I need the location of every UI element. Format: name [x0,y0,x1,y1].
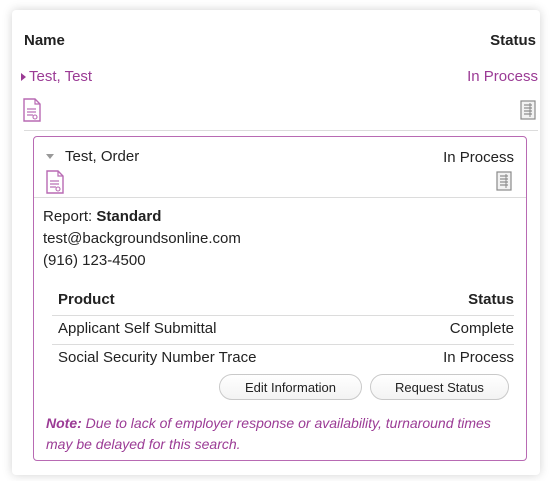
product-name: Applicant Self Submittal [58,320,217,337]
product-status: In Process [443,349,514,366]
status-column-header: Status [490,32,536,49]
table-row: Social Security Number Trace In Process [52,345,514,373]
collapse-triangle-icon[interactable] [46,154,54,159]
parent-status: In Process [467,68,538,85]
edit-information-button[interactable]: Edit Information [219,374,362,400]
product-table: Product Status Applicant Self Submittal … [52,287,514,373]
order-status: In Process [443,149,514,166]
email: test@backgroundsonline.com [43,230,241,247]
status-column-header: Status [468,291,514,308]
card-divider [34,197,526,198]
report-line: Report: Standard [43,206,241,228]
document-icon[interactable] [23,98,41,122]
parent-name-text[interactable]: Test, Test [29,68,92,85]
table-header: Name Status [24,32,536,49]
request-status-button[interactable]: Request Status [370,374,509,400]
product-table-header: Product Status [52,287,514,316]
report-type: Standard [96,208,162,225]
report-label: Report: [43,208,93,225]
document-icon[interactable] [46,170,64,194]
phone: (916) 123-4500 [43,252,146,269]
product-status: Complete [449,320,514,337]
product-column-header: Product [58,291,115,308]
product-name: Social Security Number Trace [58,349,257,366]
divider [24,130,538,131]
note-label: Note: [46,415,82,431]
order-card: Test, Order In Process Report: Standard … [33,136,527,461]
order-info: Report: Standard test@backgroundsonline.… [43,206,241,272]
report-icon[interactable] [520,100,536,120]
report-icon[interactable] [496,171,512,191]
order-name-text[interactable]: Test, Order [65,148,139,165]
parent-row[interactable]: Test, Test In Process [21,68,538,130]
table-row: Applicant Self Submittal Complete [52,316,514,345]
name-column-header: Name [24,32,65,49]
expand-triangle-icon[interactable] [21,73,26,81]
order-note: Note: Due to lack of employer response o… [46,413,514,455]
note-text: Due to lack of employer response or avai… [46,415,491,452]
